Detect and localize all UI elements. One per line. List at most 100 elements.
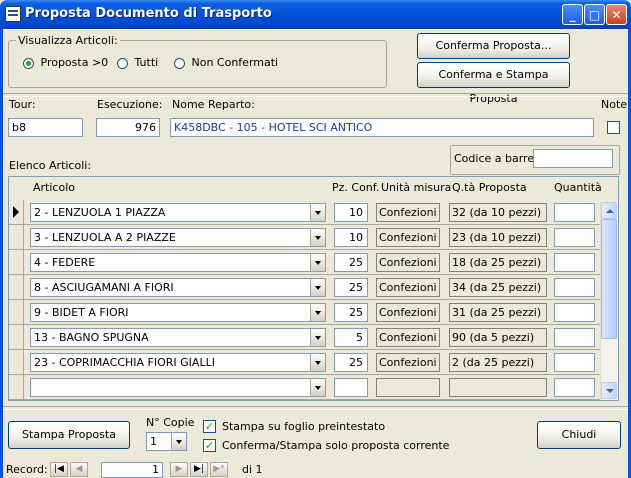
quantita-field[interactable] — [554, 328, 595, 347]
record-selector[interactable] — [9, 250, 24, 274]
articolo-combo[interactable]: 8 - ASCIUGAMANI A FIORI — [30, 278, 326, 297]
chevron-down-icon[interactable] — [310, 354, 325, 371]
pz-conf-field[interactable]: 10 — [334, 203, 368, 222]
articolo-combo[interactable] — [30, 378, 326, 397]
chevron-down-icon[interactable] — [310, 254, 325, 271]
unita-field: Confezioni — [376, 328, 440, 347]
quantita-field[interactable] — [554, 353, 595, 372]
exec-field[interactable]: 976 — [96, 118, 160, 137]
articolo-combo[interactable]: 23 - COPRIMACCHIA FIORI GIALLI — [30, 353, 326, 372]
conferma-proposta-label: Conferma Proposta... — [435, 39, 552, 52]
new-record-icon[interactable]: ▶* — [210, 462, 228, 477]
unita-field: Confezioni — [376, 278, 440, 297]
barcode-field[interactable] — [533, 149, 613, 168]
chevron-down-icon[interactable] — [310, 279, 325, 296]
articolo-combo[interactable]: 9 - BIDET A FIORI — [30, 303, 326, 322]
pz-conf-field[interactable]: 25 — [334, 253, 368, 272]
quantita-field[interactable] — [554, 303, 595, 322]
opt2-label: Conferma/Stampa solo proposta corrente — [222, 439, 450, 452]
copies-value: 1 — [150, 435, 157, 448]
minimize-button[interactable]: _ — [562, 4, 583, 25]
title-bar[interactable]: Proposta Documento di Trasporto _ □ ✕ — [0, 0, 631, 29]
radio-non-confermati-label: Non Confermati — [191, 56, 279, 69]
record-selector[interactable] — [9, 300, 24, 324]
record-selector[interactable] — [9, 350, 24, 374]
table-row[interactable] — [9, 375, 602, 400]
record-selector[interactable] — [9, 375, 24, 399]
articolo-combo[interactable]: 2 - LENZUOLA 1 PIAZZA — [30, 203, 326, 222]
first-record-icon[interactable]: |◀ — [50, 462, 68, 477]
table-row[interactable]: 13 - BAGNO SPUGNA 5 Confezioni 90 (da 5 pez… — [9, 325, 602, 350]
table-row[interactable]: 23 - COPRIMACCHIA FIORI GIALLI 25 Confezio… — [9, 350, 602, 375]
table-row[interactable]: 8 - ASCIUGAMANI A FIORI 25 Confezioni 34 (d… — [9, 275, 602, 300]
articolo-combo[interactable]: 3 - LENZUOLA A 2 PIAZZE — [30, 228, 326, 247]
record-selector[interactable] — [9, 325, 24, 349]
quantita-field[interactable] — [554, 278, 595, 297]
tour-field[interactable]: b8 — [8, 118, 83, 137]
chiudi-button[interactable]: Chiudi — [537, 421, 621, 449]
quantita-field[interactable] — [554, 378, 595, 397]
chiudi-label: Chiudi — [561, 428, 597, 441]
form-icon[interactable] — [5, 6, 21, 22]
next-record-icon[interactable]: ▶ — [170, 462, 188, 477]
reparto-field[interactable]: K458DBC - 105 - HOTEL SCI ANTICO — [170, 118, 594, 137]
articolo-value: 8 - ASCIUGAMANI A FIORI — [34, 281, 174, 294]
col-pz-conf: Pz. Conf. — [332, 181, 380, 194]
radio-icon[interactable] — [174, 57, 185, 69]
pz-conf-field[interactable]: 25 — [334, 303, 368, 322]
chevron-down-icon[interactable] — [310, 304, 325, 321]
radio-selected-icon[interactable] — [23, 57, 34, 69]
pz-conf-field[interactable]: 10 — [334, 228, 368, 247]
prev-record-icon[interactable]: ◀ — [70, 462, 88, 477]
quantita-field[interactable] — [554, 228, 595, 247]
pz-conf-field[interactable]: 5 — [334, 328, 368, 347]
scroll-up-icon[interactable] — [601, 202, 617, 219]
articolo-combo[interactable]: 4 - FEDERE — [30, 253, 326, 272]
table-row[interactable]: 3 - LENZUOLA A 2 PIAZZE 10 Confezioni 23 (d… — [9, 225, 602, 250]
pz-conf-field[interactable] — [334, 378, 368, 397]
table-row[interactable]: 4 - FEDERE 25 Confezioni 18 (da 25 pezzi) — [9, 250, 602, 275]
vertical-scrollbar[interactable] — [600, 202, 618, 400]
quantita-field[interactable] — [554, 203, 595, 222]
note-checkbox[interactable] — [607, 121, 620, 134]
record-selector[interactable] — [9, 275, 24, 299]
chevron-down-icon[interactable] — [310, 204, 325, 221]
radio-proposta[interactable]: Proposta >0 — [23, 56, 108, 69]
table-row[interactable]: 9 - BIDET A FIORI 25 Confezioni 31 (da 25 p… — [9, 300, 602, 325]
pz-conf-field[interactable]: 25 — [334, 278, 368, 297]
articolo-combo[interactable]: 13 - BAGNO SPUGNA — [30, 328, 326, 347]
record-selector[interactable] — [9, 200, 24, 224]
conferma-stampa-button[interactable]: Conferma e Stampa Proposta — [417, 62, 570, 105]
col-unita: Unità misura — [381, 181, 452, 194]
pz-conf-field[interactable]: 25 — [334, 353, 368, 372]
stampa-proposta-button[interactable]: Stampa Proposta — [8, 421, 130, 449]
copies-combo[interactable]: 1 — [146, 432, 187, 451]
qta-proposta-field: 32 (da 10 pezzi) — [449, 203, 547, 222]
record-of-label: di 1 — [242, 463, 263, 476]
opt2-checkbox[interactable]: ✓ — [203, 439, 216, 452]
radio-tutti[interactable]: Tutti — [117, 56, 158, 69]
record-selector[interactable] — [9, 225, 24, 249]
radio-non-confermati[interactable]: Non Confermati — [174, 56, 278, 69]
table-row[interactable]: 2 - LENZUOLA 1 PIAZZA 10 Confezioni 32 (da … — [9, 200, 602, 225]
chevron-down-icon[interactable] — [171, 433, 186, 450]
opt1-checkbox[interactable]: ✓ — [203, 420, 216, 433]
articolo-value: 3 - LENZUOLA A 2 PIAZZE — [34, 231, 176, 244]
articolo-value: 9 - BIDET A FIORI — [34, 306, 129, 319]
record-current[interactable]: 1 — [101, 462, 163, 478]
maximize-button[interactable]: □ — [584, 4, 605, 25]
last-record-icon[interactable]: ▶| — [190, 462, 208, 477]
scroll-down-icon[interactable] — [601, 382, 617, 399]
chevron-down-icon[interactable] — [310, 379, 325, 396]
close-window-button[interactable]: ✕ — [606, 4, 627, 25]
qta-proposta-field: 31 (da 25 pezzi) — [449, 303, 547, 322]
elenco-label: Elenco Articoli: — [9, 159, 92, 172]
quantita-field[interactable] — [554, 253, 595, 272]
qta-proposta-field: 23 (da 10 pezzi) — [449, 228, 547, 247]
radio-icon[interactable] — [117, 57, 128, 69]
col-qta-proposta: Q.tà Proposta — [452, 181, 527, 194]
chevron-down-icon[interactable] — [310, 329, 325, 346]
conferma-proposta-button[interactable]: Conferma Proposta... — [417, 33, 570, 59]
scroll-thumb[interactable] — [601, 219, 617, 339]
chevron-down-icon[interactable] — [310, 229, 325, 246]
